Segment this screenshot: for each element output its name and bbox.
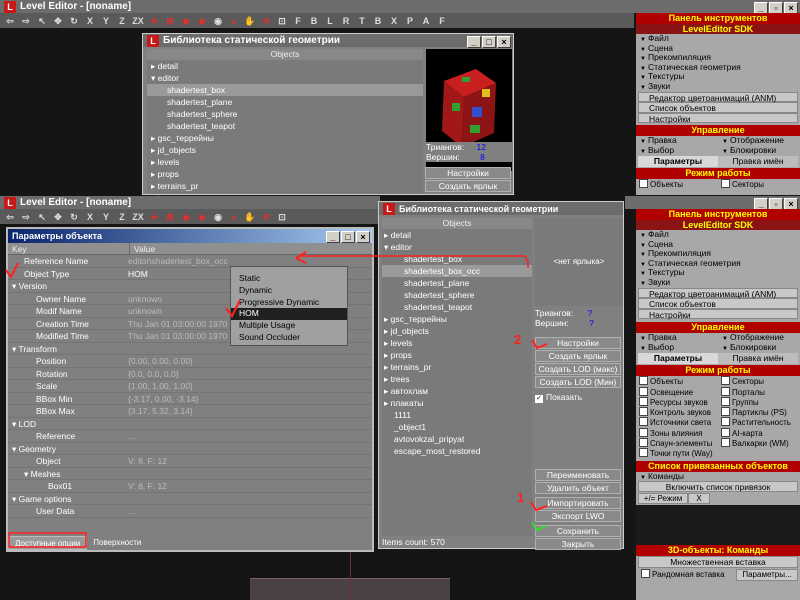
annotation-overlay [5,251,548,548]
annotation-number-two: 2 [514,332,522,347]
annotation-arrow-save [531,521,547,532]
annotation-arrow-settings [531,339,548,350]
annotation-box-available-options [8,532,87,548]
annotation-check-object-type [5,262,19,279]
annotation-number-one: 1 [517,490,525,505]
annotation-arrow-head [295,251,307,264]
annotation-arrow-import [530,501,548,512]
annotation-check-hom [225,299,241,318]
annotation-arrow-line [296,255,529,263]
